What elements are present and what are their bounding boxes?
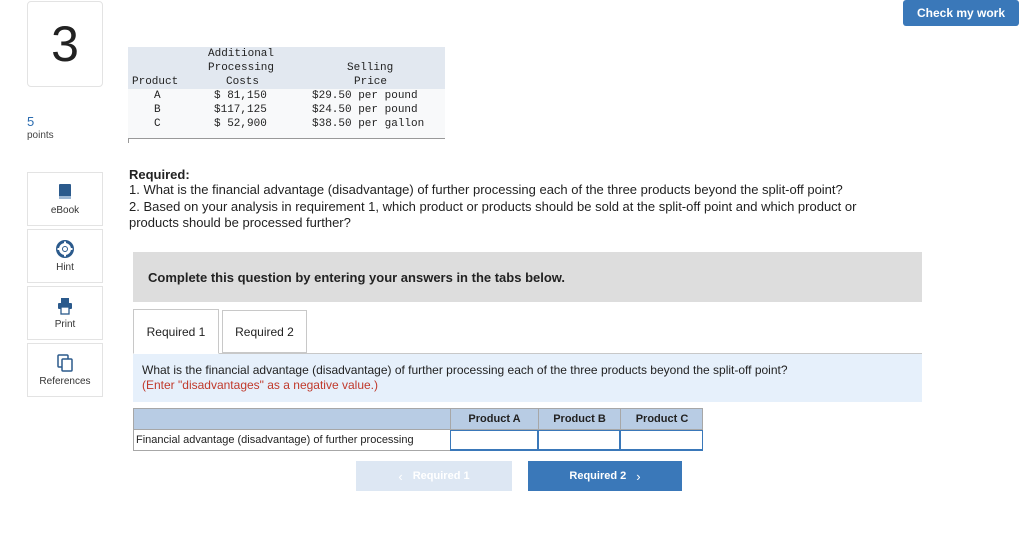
prev-required-button[interactable]: ‹ Required 1 bbox=[356, 461, 512, 491]
row-label: Financial advantage (disadvantage) of fu… bbox=[136, 434, 414, 446]
points-label: points bbox=[27, 130, 54, 141]
question-number: 3 bbox=[51, 16, 79, 72]
tab-label: Required 1 bbox=[146, 324, 206, 339]
ebook-label: eBook bbox=[50, 204, 80, 216]
header-price-line2: Price bbox=[354, 76, 388, 88]
header-price-line1: Selling bbox=[347, 62, 394, 74]
tab-required-1[interactable]: Required 1 bbox=[133, 309, 219, 354]
instruction-banner: Complete this question by entering your … bbox=[133, 252, 922, 302]
table-divider-mark bbox=[128, 138, 129, 143]
tab-required-2[interactable]: Required 2 bbox=[222, 310, 307, 353]
chevron-left-icon: ‹ bbox=[398, 468, 403, 484]
required-line-2: 2. Based on your analysis in requirement… bbox=[129, 199, 857, 214]
row-price: $38.50 per gallon bbox=[312, 118, 425, 130]
chevron-right-icon: › bbox=[636, 468, 641, 484]
instruction-text: Complete this question by entering your … bbox=[148, 269, 566, 285]
lifebuoy-icon bbox=[56, 239, 74, 258]
next-required-button[interactable]: Required 2 › bbox=[528, 461, 682, 491]
product-data-table: Additional Processing Costs Selling Pric… bbox=[128, 47, 445, 143]
hint-label: Hint bbox=[56, 261, 74, 273]
product-c-input[interactable] bbox=[620, 430, 703, 451]
question-panel: What is the financial advantage (disadva… bbox=[133, 354, 922, 402]
references-label: References bbox=[39, 375, 91, 387]
question-number-box: 3 bbox=[27, 1, 103, 87]
book-icon bbox=[59, 183, 71, 199]
copy-icon bbox=[57, 353, 73, 372]
row-cost: $ 81,150 bbox=[214, 90, 267, 102]
column-header-product-c: Product C bbox=[620, 408, 703, 430]
row-price: $24.50 per pound bbox=[312, 104, 418, 116]
header-costs-line2: Processing bbox=[208, 62, 275, 74]
row-cost: $ 52,900 bbox=[214, 118, 267, 130]
column-header-product-a: Product A bbox=[450, 408, 538, 430]
next-label: Required 2 bbox=[569, 470, 627, 482]
print-button[interactable]: Print bbox=[27, 286, 103, 340]
question-text: What is the financial advantage (disadva… bbox=[142, 363, 788, 377]
row-cost: $117,125 bbox=[214, 104, 267, 116]
printer-icon bbox=[58, 297, 72, 315]
row-product: C bbox=[154, 118, 161, 130]
row-price: $29.50 per pound bbox=[312, 90, 418, 102]
tab-label: Required 2 bbox=[235, 324, 294, 339]
row-product: A bbox=[154, 90, 161, 102]
column-header-product-b: Product B bbox=[538, 408, 620, 430]
references-button[interactable]: References bbox=[27, 343, 103, 397]
header-product: Product bbox=[132, 76, 179, 88]
required-title: Required: bbox=[129, 167, 190, 182]
points-value: 5 bbox=[27, 114, 35, 129]
product-b-input[interactable] bbox=[538, 430, 620, 451]
row-product: B bbox=[154, 104, 161, 116]
required-line-3: products should be processed further? bbox=[129, 215, 351, 230]
table-divider bbox=[128, 138, 445, 139]
question-note: (Enter "disadvantages" as a negative val… bbox=[142, 378, 378, 392]
header-costs-line3: Costs bbox=[226, 76, 260, 88]
header-costs-line1: Additional bbox=[208, 48, 275, 60]
hint-button[interactable]: Hint bbox=[27, 229, 103, 283]
print-label: Print bbox=[54, 318, 76, 330]
product-a-input[interactable] bbox=[450, 430, 538, 451]
prev-label: Required 1 bbox=[412, 470, 470, 482]
required-line-1: 1. What is the financial advantage (disa… bbox=[129, 182, 843, 197]
check-my-work-button[interactable]: Check my work bbox=[903, 0, 1019, 26]
ebook-button[interactable]: eBook bbox=[27, 172, 103, 226]
